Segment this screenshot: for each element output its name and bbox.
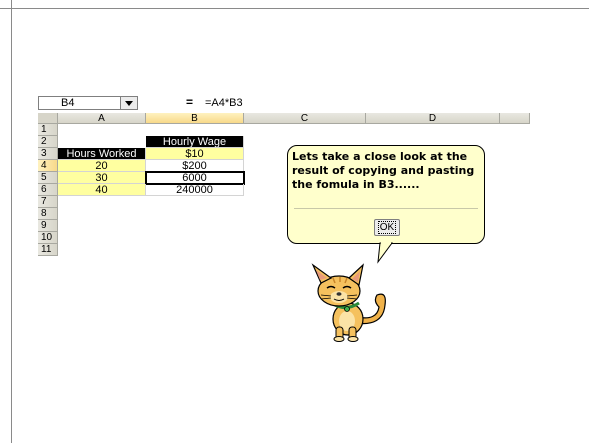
balloon-tail [377, 242, 393, 264]
cat-assistant-icon[interactable] [303, 261, 393, 343]
